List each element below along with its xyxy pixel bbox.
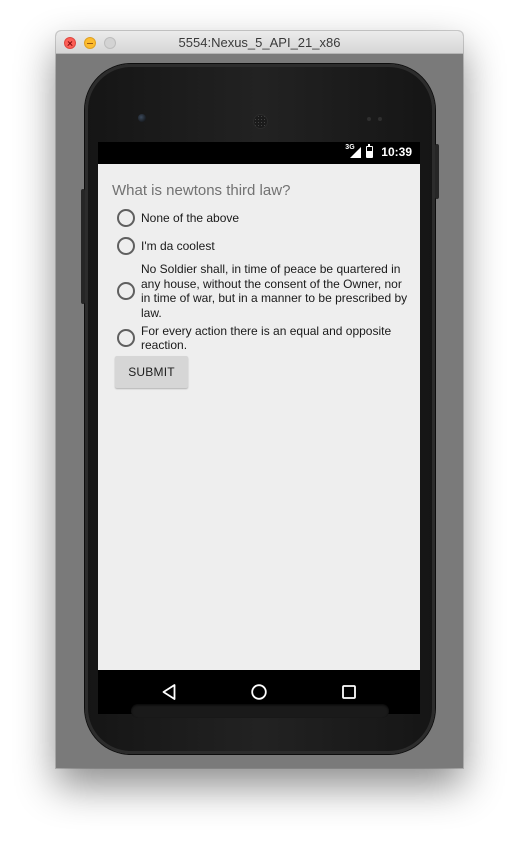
device-screen: 3G 10:39 What is newtons third law? None… <box>98 142 420 714</box>
home-circle-icon <box>251 684 267 700</box>
submit-button[interactable]: SUBMIT <box>115 356 188 388</box>
answer-option-label: No Soldier shall, in time of peace be qu… <box>141 262 408 320</box>
power-button[interactable] <box>435 144 439 199</box>
recents-square-icon <box>342 685 356 699</box>
volume-button[interactable] <box>81 189 85 304</box>
answer-option-2[interactable]: I'm da coolest <box>98 232 420 260</box>
proximity-sensor-icon <box>367 117 371 121</box>
status-bar: 3G 10:39 <box>98 142 420 164</box>
radio-button[interactable] <box>117 282 135 300</box>
light-sensor-icon <box>378 117 382 121</box>
window-titlebar[interactable]: 5554:Nexus_5_API_21_x86 <box>56 31 463 54</box>
battery-icon <box>366 144 374 158</box>
back-triangle-icon <box>162 684 176 700</box>
radio-button[interactable] <box>117 329 135 347</box>
radio-button[interactable] <box>117 209 135 227</box>
home-button[interactable] <box>247 680 271 704</box>
phone-frame: 3G 10:39 What is newtons third law? None… <box>81 64 439 754</box>
recents-button[interactable] <box>337 680 361 704</box>
front-camera-icon <box>138 114 146 122</box>
answer-option-4[interactable]: For every action there is an equal and o… <box>98 322 420 354</box>
answer-option-1[interactable]: None of the above <box>98 204 420 232</box>
emulator-window: 5554:Nexus_5_API_21_x86 3G 10:39 What is <box>56 31 463 768</box>
answer-option-label: I'm da coolest <box>141 238 215 253</box>
back-button[interactable] <box>157 680 181 704</box>
earpiece-speaker-icon <box>253 114 268 129</box>
bottom-speaker-icon <box>131 704 389 718</box>
app-content: What is newtons third law? None of the a… <box>98 164 420 670</box>
signal-icon: 3G <box>345 144 362 159</box>
answer-radio-group: None of the above I'm da coolest No Sold… <box>98 204 420 354</box>
status-clock: 10:39 <box>381 145 412 159</box>
answer-option-3[interactable]: No Soldier shall, in time of peace be qu… <box>98 260 420 322</box>
answer-option-label: For every action there is an equal and o… <box>141 323 392 353</box>
answer-option-label: None of the above <box>141 210 240 225</box>
question-text: What is newtons third law? <box>112 182 291 199</box>
window-title: 5554:Nexus_5_API_21_x86 <box>178 35 341 50</box>
radio-button[interactable] <box>117 237 135 255</box>
